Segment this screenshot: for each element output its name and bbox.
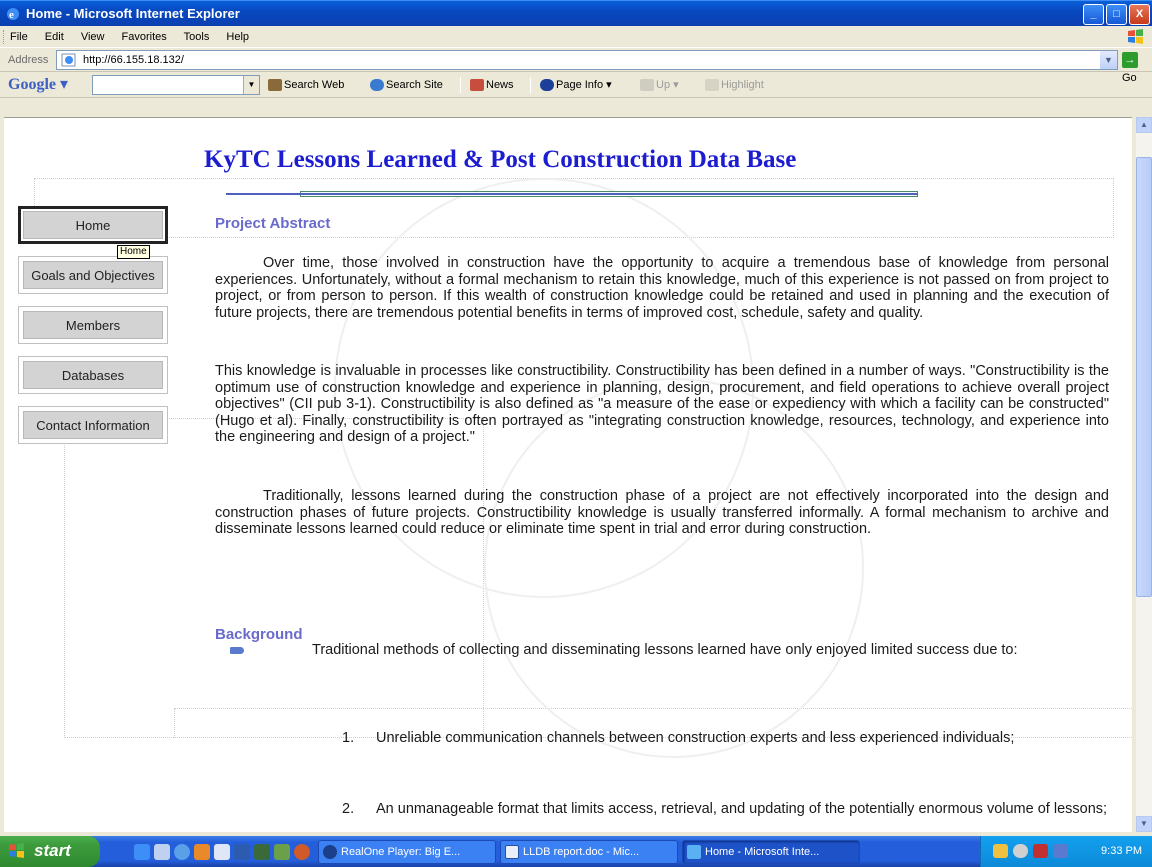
- google-search-input[interactable]: ▼: [92, 75, 260, 95]
- bullet-icon: [230, 647, 244, 654]
- list-item: 1. Unreliable communication channels betw…: [342, 730, 1015, 746]
- highlighter-icon: [705, 79, 719, 92]
- toolbar-grip[interactable]: [3, 30, 5, 44]
- close-button[interactable]: X: [1129, 4, 1150, 25]
- title-rule: [226, 193, 918, 195]
- maximize-button[interactable]: □: [1106, 4, 1127, 25]
- search-site-icon: [370, 79, 384, 92]
- realone-icon: [323, 845, 337, 859]
- app-quicklaunch-icon[interactable]: [274, 844, 290, 860]
- window-title: Home - Microsoft Internet Explorer: [26, 6, 240, 21]
- taskbar: start RealOne Player: Big E... LLDB repo…: [0, 836, 1152, 867]
- menu-view[interactable]: View: [81, 31, 105, 43]
- system-tray: 9:33 PM: [980, 836, 1152, 867]
- task-ie[interactable]: Home - Microsoft Inte...: [682, 840, 860, 864]
- list-item: 2. An unmanageable format that limits acc…: [342, 801, 1108, 817]
- binoculars-icon: [268, 79, 282, 92]
- word-doc-icon: [505, 845, 519, 859]
- google-logo[interactable]: Google ▾: [8, 72, 68, 98]
- menu-edit[interactable]: Edit: [45, 31, 64, 43]
- menu-help[interactable]: Help: [226, 31, 249, 43]
- search-site-button[interactable]: Search Site: [370, 72, 443, 98]
- mail-quicklaunch-icon[interactable]: [214, 844, 230, 860]
- scroll-down-icon[interactable]: ▼: [1136, 816, 1152, 832]
- highlight-button[interactable]: Highlight: [705, 72, 764, 98]
- google-search-dropdown-icon[interactable]: ▼: [243, 76, 259, 94]
- page-info-button[interactable]: Page Info ▾: [540, 72, 612, 98]
- vertical-scrollbar[interactable]: ▲ ▼: [1136, 117, 1152, 832]
- menu-tools[interactable]: Tools: [184, 31, 210, 43]
- messenger-icon[interactable]: [1053, 844, 1068, 858]
- app-quicklaunch-icon[interactable]: [254, 844, 270, 860]
- tooltip: Home: [117, 245, 150, 259]
- ie-quicklaunch-icon[interactable]: [134, 844, 150, 860]
- task-realone[interactable]: RealOne Player: Big E...: [318, 840, 496, 864]
- abstract-paragraph-3: Traditionally, lessons learned during th…: [215, 488, 1109, 538]
- ie-page-icon: [61, 53, 76, 67]
- ie-app-icon: e: [7, 8, 19, 21]
- address-label: Address: [8, 54, 49, 66]
- menu-favorites[interactable]: Favorites: [122, 31, 167, 43]
- menu-bar: File Edit View Favorites Tools Help: [0, 26, 1152, 48]
- go-arrow-icon: →: [1122, 52, 1138, 69]
- toolbar-separator: [530, 77, 531, 93]
- folder-up-icon: [640, 79, 654, 92]
- nav-members-button[interactable]: Members: [18, 306, 168, 344]
- title-bar[interactable]: e Home - Microsoft Internet Explorer _ □…: [0, 0, 1152, 26]
- app-quicklaunch-icon[interactable]: [194, 844, 210, 860]
- windows-flag-icon: [9, 843, 24, 858]
- up-button[interactable]: Up ▾: [640, 72, 679, 98]
- media-quicklaunch-icon[interactable]: [174, 844, 190, 860]
- svg-text:e: e: [9, 9, 14, 21]
- abstract-paragraph-1: Over time, those involved in constructio…: [215, 255, 1109, 321]
- menu-file[interactable]: File: [10, 31, 28, 43]
- search-web-button[interactable]: Search Web: [268, 72, 344, 98]
- browser-window: e Home - Microsoft Internet Explorer _ □…: [0, 0, 1152, 867]
- toolbar-separator: [460, 77, 461, 93]
- app-quicklaunch-icon[interactable]: [294, 844, 310, 860]
- address-dropdown-icon[interactable]: ▼: [1100, 51, 1117, 69]
- news-icon: [470, 79, 484, 92]
- start-button[interactable]: start: [0, 836, 100, 867]
- windows-logo-icon: [1128, 29, 1143, 44]
- abstract-paragraph-2: This knowledge is invaluable in processe…: [215, 363, 1109, 446]
- ie-task-icon: [687, 845, 701, 859]
- news-button[interactable]: News: [470, 72, 514, 98]
- volume-icon[interactable]: [1013, 844, 1028, 858]
- security-icon[interactable]: [1033, 844, 1048, 858]
- address-url: http://66.155.18.132/: [83, 54, 184, 66]
- frame-border: [0, 98, 1152, 117]
- scroll-up-icon[interactable]: ▲: [1136, 117, 1152, 133]
- abstract-heading: Project Abstract: [215, 215, 331, 232]
- nav-home-button[interactable]: Home: [18, 206, 168, 244]
- info-icon: [540, 79, 554, 92]
- address-input[interactable]: http://66.155.18.132/ ▼: [56, 50, 1118, 70]
- nav-goals-button[interactable]: Goals and Objectives: [18, 256, 168, 294]
- background-heading: Background: [215, 626, 303, 643]
- task-word[interactable]: LLDB report.doc - Mic...: [500, 840, 678, 864]
- address-bar: Address http://66.155.18.132/ ▼ →Go: [0, 48, 1152, 84]
- bullet-text: Traditional methods of collecting and di…: [312, 642, 1018, 658]
- scroll-thumb[interactable]: [1136, 157, 1152, 597]
- desktop-quicklaunch-icon[interactable]: [234, 844, 250, 860]
- network-icon[interactable]: [993, 844, 1008, 858]
- minimize-button[interactable]: _: [1083, 4, 1104, 25]
- page-title: KyTC Lessons Learned & Post Construction…: [204, 146, 797, 173]
- nav-databases-button[interactable]: Databases: [18, 356, 168, 394]
- google-toolbar: Google ▾ ▼ Search Web Search Site News P…: [0, 72, 1152, 98]
- notepad-quicklaunch-icon[interactable]: [154, 844, 170, 860]
- clock[interactable]: 9:33 PM: [1101, 836, 1142, 867]
- nav-contact-button[interactable]: Contact Information: [18, 406, 168, 444]
- page-viewport[interactable]: KyTC Lessons Learned & Post Construction…: [4, 117, 1132, 832]
